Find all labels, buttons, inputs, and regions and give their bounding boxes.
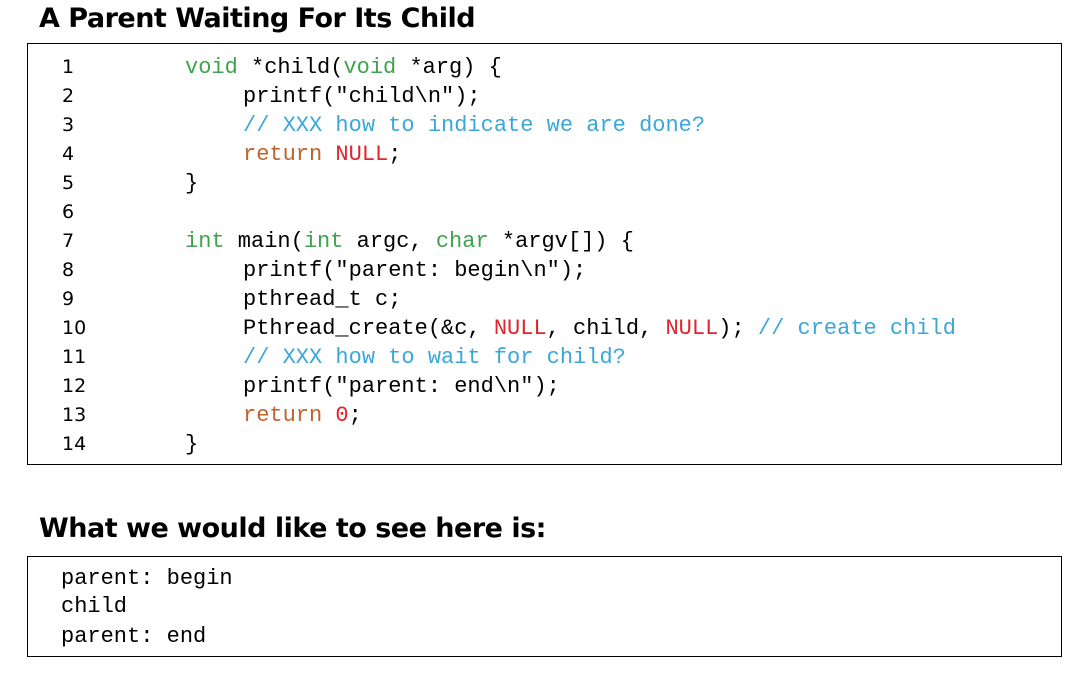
expected-output: parent: begin child parent: end bbox=[27, 556, 1062, 657]
code-token-plain: pthread_t c; bbox=[243, 287, 402, 312]
code-text: } bbox=[185, 169, 198, 198]
code-token-literal: NULL bbox=[493, 316, 547, 341]
code-token-plain: *child( bbox=[237, 55, 344, 80]
code-text: void *child(void *arg) { bbox=[185, 53, 502, 82]
code-text: Pthread_create(&c, NULL, child, NULL); /… bbox=[243, 314, 956, 343]
line-number: 13 bbox=[62, 404, 87, 426]
line-number: 9 bbox=[62, 288, 75, 310]
code-token-plain: main( bbox=[224, 229, 304, 254]
line-number: 11 bbox=[62, 346, 87, 368]
code-token-type: void bbox=[343, 55, 397, 80]
code-token-type: int bbox=[303, 229, 344, 254]
code-token-plain: printf("parent: end\n"); bbox=[243, 374, 560, 399]
code-token-comment: // XXX how to wait for child? bbox=[243, 345, 626, 370]
output-line: parent: end bbox=[61, 624, 207, 649]
code-listing: 1 void *child(void *arg) { 2 printf("child\… bbox=[27, 43, 1062, 465]
code-token-type: void bbox=[185, 55, 238, 80]
code-token-keyword: return bbox=[243, 142, 323, 167]
code-token-comment: // XXX how to indicate we are done? bbox=[243, 113, 706, 138]
code-text: printf("parent: end\n"); bbox=[243, 372, 560, 401]
code-text: // XXX how to wait for child? bbox=[243, 343, 626, 372]
line-number: 2 bbox=[62, 85, 75, 107]
code-text: int main(int argc, char *argv[]) { bbox=[185, 227, 634, 256]
code-token-comment: // create child bbox=[757, 316, 956, 341]
line-number: 14 bbox=[62, 433, 87, 455]
code-text: } bbox=[185, 430, 198, 459]
code-token-type: char bbox=[435, 229, 489, 254]
code-text: printf("child\n"); bbox=[243, 82, 481, 111]
output-line: child bbox=[61, 594, 128, 619]
code-text: // XXX how to indicate we are done? bbox=[243, 111, 705, 140]
code-token-plain: , child, bbox=[546, 316, 666, 341]
code-token-plain: ; bbox=[348, 403, 362, 428]
line-number: 3 bbox=[62, 114, 75, 136]
line-number: 5 bbox=[62, 172, 75, 194]
code-token-plain: *argv[]) { bbox=[488, 229, 634, 254]
code-token-literal: 0 bbox=[335, 403, 349, 428]
code-token-plain: } bbox=[185, 171, 199, 196]
code-token-plain: argc, bbox=[343, 229, 436, 254]
code-token-plain: ; bbox=[388, 142, 402, 167]
line-number: 12 bbox=[62, 375, 87, 397]
line-number: 6 bbox=[62, 201, 75, 223]
code-text: pthread_t c; bbox=[243, 285, 401, 314]
code-token-plain: printf("parent: begin\n"); bbox=[243, 258, 587, 283]
code-token-plain: Pthread_create(&c, bbox=[243, 316, 494, 341]
code-token-literal: NULL bbox=[335, 142, 389, 167]
line-number: 10 bbox=[62, 317, 87, 339]
output-line: parent: begin bbox=[61, 566, 233, 591]
section-heading: What we would like to see here is: bbox=[39, 513, 546, 544]
line-number: 4 bbox=[62, 143, 75, 165]
code-token-literal: NULL bbox=[665, 316, 719, 341]
code-text: return 0; bbox=[243, 401, 362, 430]
line-number: 8 bbox=[62, 259, 75, 281]
line-number: 1 bbox=[62, 56, 75, 78]
page-title: A Parent Waiting For Its Child bbox=[39, 3, 476, 34]
code-token-keyword: return bbox=[243, 403, 323, 428]
line-number: 7 bbox=[62, 230, 75, 252]
code-token-plain: printf("child\n"); bbox=[243, 84, 481, 109]
code-token-type: int bbox=[185, 229, 225, 254]
code-token-plain: } bbox=[185, 432, 199, 457]
code-token-plain: ); bbox=[718, 316, 758, 341]
code-text: return NULL; bbox=[243, 140, 401, 169]
code-text: printf("parent: begin\n"); bbox=[243, 256, 586, 285]
code-token-plain: *arg) { bbox=[396, 55, 502, 80]
